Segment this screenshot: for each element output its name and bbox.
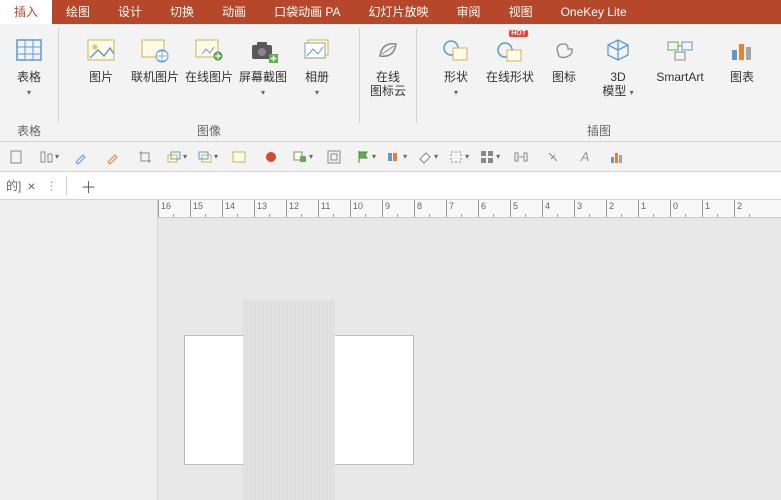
icon-cloud-label: 在线 图标云 <box>370 70 406 98</box>
icon-cloud-button[interactable]: 在线 图标云 <box>362 28 414 98</box>
album-button[interactable]: 相册 ▾ <box>291 28 343 100</box>
qat-picture-button[interactable] <box>228 146 250 168</box>
screenshot-icon <box>245 32 281 68</box>
hot-badge: HOT <box>509 30 528 37</box>
picture-label: 图片 <box>89 70 113 98</box>
chart-label: 图表 <box>730 70 754 98</box>
web-picture-button[interactable]: 在线图片 <box>183 28 235 100</box>
doc-new-button[interactable]: ＋ <box>71 174 107 198</box>
duck-icon <box>546 32 582 68</box>
dropdown-arrow-icon: ▾ <box>315 88 319 97</box>
qat-circle-button[interactable] <box>260 146 282 168</box>
tab-view[interactable]: 视图 <box>495 0 547 24</box>
tab-animation[interactable]: 动画 <box>208 0 260 24</box>
tab-transition[interactable]: 切换 <box>156 0 208 24</box>
picture-icon <box>83 32 119 68</box>
shapes-button[interactable]: 形状 ▾ <box>430 28 482 100</box>
table-button[interactable]: 表格 ▾ <box>3 28 55 100</box>
online-picture-icon <box>137 32 173 68</box>
screenshot-label: 屏幕截图 <box>239 70 287 84</box>
web-picture-icon <box>191 32 227 68</box>
cube-icon <box>600 32 636 68</box>
qat-select-button[interactable]: ▾ <box>448 149 469 165</box>
album-label: 相册 <box>305 70 329 84</box>
online-picture-label: 联机图片 <box>131 70 179 98</box>
dropdown-arrow-icon: ▾ <box>261 88 265 97</box>
doc-name-suffix: 的] <box>6 177 21 194</box>
dropdown-arrow-icon: ▾ <box>630 88 634 97</box>
smartart-label: SmartArt <box>656 70 703 98</box>
leaf-icon <box>370 32 406 68</box>
qat-grid-button[interactable]: ▾ <box>479 149 500 165</box>
icons-button[interactable]: 图标 <box>538 28 590 100</box>
ribbon-tabs: 插入 绘图 设计 切换 动画 口袋动画 PA 幻灯片放映 审阅 视图 OneKe… <box>0 0 781 24</box>
document-bar: 的] × ⋮ ＋ <box>0 172 781 200</box>
qat-color-button[interactable]: ▾ <box>386 149 407 165</box>
qat-text-button[interactable]: A <box>574 146 596 168</box>
dropdown-arrow-icon: ▾ <box>27 88 31 97</box>
shapes-icon <box>438 32 474 68</box>
thumbnail-pane[interactable] <box>0 200 158 500</box>
stage: 16151413121110987654321012 <box>0 200 781 500</box>
chart-icon <box>724 32 760 68</box>
picture-button[interactable]: 图片 <box>75 28 127 100</box>
qat-convert-button[interactable]: ▾ <box>292 149 313 165</box>
horizontal-ruler: 16151413121110987654321012 <box>158 200 781 218</box>
qat-flag-button[interactable]: ▾ <box>355 149 376 165</box>
group-images: 图片 联机图片 在线图片 屏幕截图 ▾ 相册 ▾ 图像 <box>59 24 359 141</box>
3d-model-button[interactable]: 3D 模型 ▾ <box>592 28 644 100</box>
table-icon <box>11 32 47 68</box>
shapes-label: 形状 <box>444 70 468 84</box>
tab-review[interactable]: 审阅 <box>443 0 495 24</box>
tab-draw[interactable]: 绘图 <box>52 0 104 24</box>
group-tables: 表格 ▾ 表格 <box>0 24 58 141</box>
tab-insert[interactable]: 插入 <box>0 0 52 24</box>
icons-label: 图标 <box>552 70 576 98</box>
doc-more-button[interactable]: ⋮ <box>42 179 62 193</box>
table-label: 表格 <box>17 70 41 84</box>
web-picture-label: 在线图片 <box>185 70 233 98</box>
qat-format-button[interactable] <box>323 146 345 168</box>
tab-slideshow[interactable]: 幻灯片放映 <box>355 0 443 24</box>
dropdown-arrow-icon: ▾ <box>454 88 458 97</box>
smartart-button[interactable]: SmartArt <box>646 28 714 100</box>
vertical-divider-pane <box>243 300 335 500</box>
tab-design[interactable]: 设计 <box>104 0 156 24</box>
group-images-label: 图像 <box>59 122 359 139</box>
group-illustration: 形状 ▾ HOT 在线形状 图标 3D 模型 ▾ SmartArt <box>417 24 781 141</box>
3d-label: 3D 模型 <box>602 70 626 98</box>
qat-eyedrop2-button[interactable] <box>102 146 124 168</box>
slide-canvas[interactable] <box>180 300 490 490</box>
qat-align-button[interactable]: ▾ <box>38 146 60 168</box>
group-iconcloud: 在线 图标云 <box>360 24 416 141</box>
online-shapes-label: 在线形状 <box>486 70 534 98</box>
qat-crop-button[interactable] <box>134 146 156 168</box>
tab-onekey[interactable]: OneKey Lite <box>547 0 641 24</box>
qat-distribute-button[interactable] <box>510 146 532 168</box>
qat-send-button[interactable]: ▾ <box>197 149 218 165</box>
qat-layer-button[interactable]: ▾ <box>166 149 187 165</box>
qat-bars-button[interactable] <box>606 146 628 168</box>
qat-link-button[interactable] <box>542 146 564 168</box>
quick-toolbar: ▾ ▾ ▾ ▾ ▾ ▾ ▾ ▾ ▾ A <box>0 142 781 172</box>
qat-eraser-button[interactable]: ▾ <box>417 149 438 165</box>
qat-eyedrop1-button[interactable] <box>70 146 92 168</box>
smartart-icon <box>662 32 698 68</box>
qat-new-button[interactable] <box>6 146 28 168</box>
group-tables-sublabel: 表格 <box>6 122 52 139</box>
online-shapes-icon: HOT <box>492 32 528 68</box>
chart-button[interactable]: 图表 <box>716 28 768 100</box>
doc-close-button[interactable]: × <box>21 178 41 194</box>
ribbon: 表格 ▾ 表格 图片 联机图片 在线图片 屏幕截图 ▾ <box>0 24 781 142</box>
album-icon <box>299 32 335 68</box>
tab-pa[interactable]: 口袋动画 PA <box>260 0 354 24</box>
online-picture-button[interactable]: 联机图片 <box>129 28 181 100</box>
group-illustration-label: 插图 <box>417 122 781 139</box>
screenshot-button[interactable]: 屏幕截图 ▾ <box>237 28 289 100</box>
online-shapes-button[interactable]: HOT 在线形状 <box>484 28 536 100</box>
